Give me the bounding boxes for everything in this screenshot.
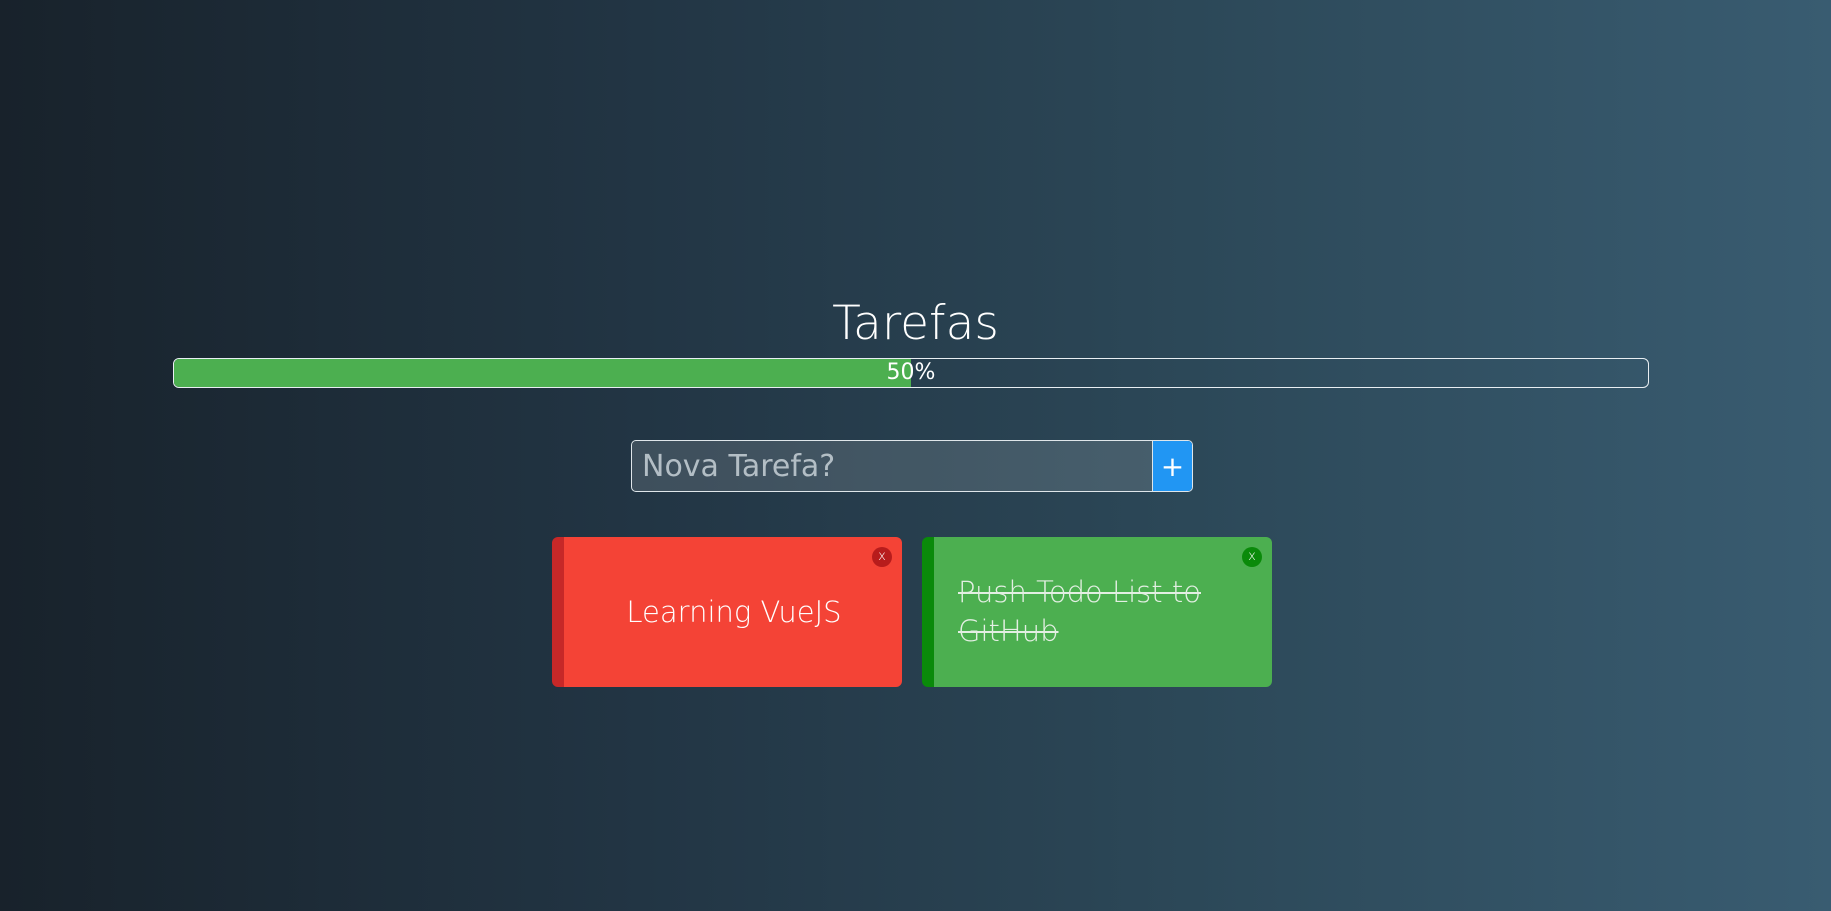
task-card[interactable]: Learning VueJS x [552,537,902,687]
new-task-input[interactable] [632,441,1152,491]
task-label: Learning VueJS [626,594,842,629]
task-list: Learning VueJS x Push Todo List to GitHu… [552,537,1272,687]
new-task-form: + [631,440,1193,492]
page-title: Tarefas [832,296,999,351]
progress-label: 50% [886,360,936,385]
task-card[interactable]: Push Todo List to GitHub x [922,537,1272,687]
delete-task-button[interactable]: x [1242,547,1262,567]
task-label: Push Todo List to GitHub [958,575,1201,648]
progress-bar: 50% [173,358,1649,388]
add-task-button[interactable]: + [1152,441,1192,491]
delete-task-button[interactable]: x [872,547,892,567]
